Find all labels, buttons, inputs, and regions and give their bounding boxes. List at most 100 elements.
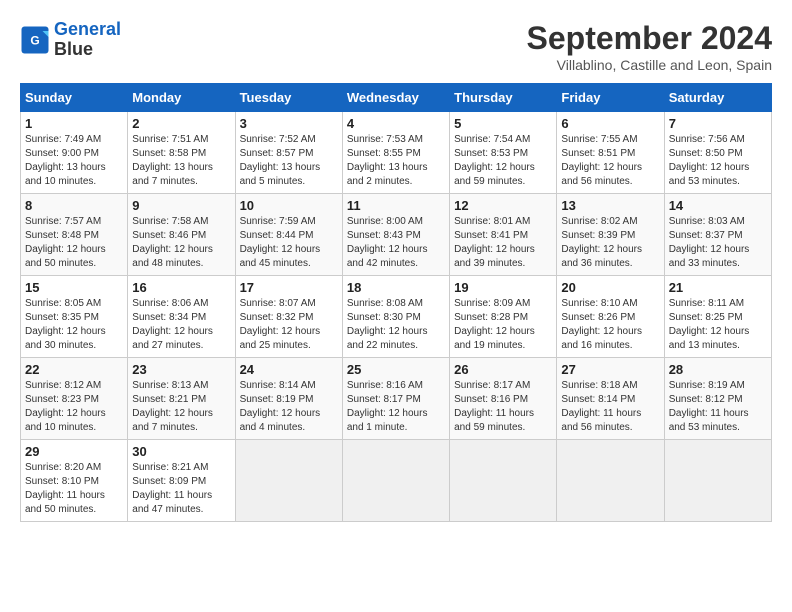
day-number: 28	[669, 362, 767, 377]
calendar-day-cell: 26 Sunrise: 8:17 AM Sunset: 8:16 PM Dayli…	[450, 358, 557, 440]
calendar-week-row: 29Sunrise: 8:20 AM Sunset: 8:10 PM Dayli…	[21, 440, 772, 522]
calendar-day-cell: 17 Sunrise: 8:07 AM Sunset: 8:32 PM Dayli…	[235, 276, 342, 358]
calendar-header-row: SundayMondayTuesdayWednesdayThursdayFrid…	[21, 84, 772, 112]
day-info: Sunrise: 7:55 AM Sunset: 8:51 PM Dayligh…	[561, 133, 659, 189]
day-info: Sunrise: 8:01 AM Sunset: 8:41 PM Dayligh…	[454, 215, 552, 271]
day-number: 4	[347, 116, 445, 131]
calendar-day-cell: 4 Sunrise: 7:53 AM Sunset: 8:55 PM Daylig…	[342, 112, 449, 194]
day-number: 10	[240, 198, 338, 213]
calendar-day-cell: 15 Sunrise: 8:05 AM Sunset: 8:35 PM Dayli…	[21, 276, 128, 358]
day-info: Sunrise: 8:09 AM Sunset: 8:28 PM Dayligh…	[454, 297, 552, 353]
day-of-week-header: Friday	[557, 84, 664, 112]
calendar-day-cell: 5Sunrise: 7:54 AM Sunset: 8:53 PM Daylig…	[450, 112, 557, 194]
day-info: Sunrise: 7:56 AM Sunset: 8:50 PM Dayligh…	[669, 133, 767, 189]
day-of-week-header: Sunday	[21, 84, 128, 112]
calendar-day-cell: 10 Sunrise: 7:59 AM Sunset: 8:44 PM Dayli…	[235, 194, 342, 276]
day-info: Sunrise: 8:11 AM Sunset: 8:25 PM Dayligh…	[669, 297, 767, 353]
day-info: Sunrise: 7:53 AM Sunset: 8:55 PM Dayligh…	[347, 133, 445, 189]
day-number: 26	[454, 362, 552, 377]
logo-text: General Blue	[54, 20, 121, 60]
calendar-table: SundayMondayTuesdayWednesdayThursdayFrid…	[20, 83, 772, 522]
calendar-day-cell: 16Sunrise: 8:06 AM Sunset: 8:34 PM Dayli…	[128, 276, 235, 358]
day-of-week-header: Monday	[128, 84, 235, 112]
day-info: Sunrise: 7:54 AM Sunset: 8:53 PM Dayligh…	[454, 133, 552, 189]
day-number: 14	[669, 198, 767, 213]
day-number: 20	[561, 280, 659, 295]
day-number: 18	[347, 280, 445, 295]
calendar-day-cell: 1Sunrise: 7:49 AM Sunset: 9:00 PM Daylig…	[21, 112, 128, 194]
logo: G General Blue	[20, 20, 121, 60]
calendar-day-cell: 2 Sunrise: 7:51 AM Sunset: 8:58 PM Daylig…	[128, 112, 235, 194]
calendar-day-cell: 8Sunrise: 7:57 AM Sunset: 8:48 PM Daylig…	[21, 194, 128, 276]
svg-text:G: G	[30, 33, 39, 47]
day-number: 3	[240, 116, 338, 131]
calendar-day-cell: 12 Sunrise: 8:01 AM Sunset: 8:41 PM Dayli…	[450, 194, 557, 276]
calendar-day-cell: 30Sunrise: 8:21 AM Sunset: 8:09 PM Dayli…	[128, 440, 235, 522]
day-number: 7	[669, 116, 767, 131]
calendar-day-cell: 29Sunrise: 8:20 AM Sunset: 8:10 PM Dayli…	[21, 440, 128, 522]
day-number: 19	[454, 280, 552, 295]
calendar-day-cell: 14Sunrise: 8:03 AM Sunset: 8:37 PM Dayli…	[664, 194, 771, 276]
calendar-day-cell: 9Sunrise: 7:58 AM Sunset: 8:46 PM Daylig…	[128, 194, 235, 276]
day-number: 22	[25, 362, 123, 377]
day-number: 2	[132, 116, 230, 131]
day-info: Sunrise: 8:12 AM Sunset: 8:23 PM Dayligh…	[25, 379, 123, 435]
page-header: G General Blue September 2024 Villablino…	[20, 20, 772, 73]
day-number: 1	[25, 116, 123, 131]
logo-icon: G	[20, 25, 50, 55]
calendar-day-cell: 21 Sunrise: 8:11 AM Sunset: 8:25 PM Dayli…	[664, 276, 771, 358]
calendar-day-cell: 25 Sunrise: 8:16 AM Sunset: 8:17 PM Dayli…	[342, 358, 449, 440]
day-info: Sunrise: 7:59 AM Sunset: 8:44 PM Dayligh…	[240, 215, 338, 271]
day-number: 29	[25, 444, 123, 459]
calendar-day-cell: 18 Sunrise: 8:08 AM Sunset: 8:30 PM Dayli…	[342, 276, 449, 358]
day-info: Sunrise: 8:14 AM Sunset: 8:19 PM Dayligh…	[240, 379, 338, 435]
day-info: Sunrise: 8:17 AM Sunset: 8:16 PM Dayligh…	[454, 379, 552, 435]
day-number: 6	[561, 116, 659, 131]
day-number: 25	[347, 362, 445, 377]
calendar-week-row: 1Sunrise: 7:49 AM Sunset: 9:00 PM Daylig…	[21, 112, 772, 194]
day-info: Sunrise: 8:19 AM Sunset: 8:12 PM Dayligh…	[669, 379, 767, 435]
day-number: 21	[669, 280, 767, 295]
calendar-day-cell	[235, 440, 342, 522]
calendar-week-row: 15 Sunrise: 8:05 AM Sunset: 8:35 PM Dayli…	[21, 276, 772, 358]
day-number: 15	[25, 280, 123, 295]
calendar-day-cell: 23 Sunrise: 8:13 AM Sunset: 8:21 PM Dayli…	[128, 358, 235, 440]
day-info: Sunrise: 8:18 AM Sunset: 8:14 PM Dayligh…	[561, 379, 659, 435]
day-info: Sunrise: 8:16 AM Sunset: 8:17 PM Dayligh…	[347, 379, 445, 435]
calendar-day-cell: 6 Sunrise: 7:55 AM Sunset: 8:51 PM Daylig…	[557, 112, 664, 194]
calendar-day-cell: 28 Sunrise: 8:19 AM Sunset: 8:12 PM Dayli…	[664, 358, 771, 440]
day-info: Sunrise: 8:00 AM Sunset: 8:43 PM Dayligh…	[347, 215, 445, 271]
day-number: 8	[25, 198, 123, 213]
day-number: 12	[454, 198, 552, 213]
day-of-week-header: Tuesday	[235, 84, 342, 112]
calendar-day-cell: 24Sunrise: 8:14 AM Sunset: 8:19 PM Dayli…	[235, 358, 342, 440]
day-info: Sunrise: 8:08 AM Sunset: 8:30 PM Dayligh…	[347, 297, 445, 353]
day-info: Sunrise: 8:05 AM Sunset: 8:35 PM Dayligh…	[25, 297, 123, 353]
day-of-week-header: Wednesday	[342, 84, 449, 112]
day-number: 23	[132, 362, 230, 377]
day-number: 30	[132, 444, 230, 459]
calendar-day-cell: 3 Sunrise: 7:52 AM Sunset: 8:57 PM Daylig…	[235, 112, 342, 194]
day-number: 13	[561, 198, 659, 213]
day-of-week-header: Thursday	[450, 84, 557, 112]
title-block: September 2024 Villablino, Castille and …	[527, 20, 772, 73]
calendar-day-cell	[664, 440, 771, 522]
day-info: Sunrise: 8:06 AM Sunset: 8:34 PM Dayligh…	[132, 297, 230, 353]
day-number: 27	[561, 362, 659, 377]
calendar-day-cell	[557, 440, 664, 522]
day-info: Sunrise: 8:02 AM Sunset: 8:39 PM Dayligh…	[561, 215, 659, 271]
calendar-day-cell	[450, 440, 557, 522]
day-info: Sunrise: 7:52 AM Sunset: 8:57 PM Dayligh…	[240, 133, 338, 189]
calendar-day-cell	[342, 440, 449, 522]
day-info: Sunrise: 8:07 AM Sunset: 8:32 PM Dayligh…	[240, 297, 338, 353]
day-info: Sunrise: 8:13 AM Sunset: 8:21 PM Dayligh…	[132, 379, 230, 435]
calendar-day-cell: 27 Sunrise: 8:18 AM Sunset: 8:14 PM Dayli…	[557, 358, 664, 440]
day-of-week-header: Saturday	[664, 84, 771, 112]
calendar-day-cell: 7 Sunrise: 7:56 AM Sunset: 8:50 PM Daylig…	[664, 112, 771, 194]
calendar-day-cell: 19 Sunrise: 8:09 AM Sunset: 8:28 PM Dayli…	[450, 276, 557, 358]
calendar-day-cell: 13 Sunrise: 8:02 AM Sunset: 8:39 PM Dayli…	[557, 194, 664, 276]
calendar-day-cell: 20Sunrise: 8:10 AM Sunset: 8:26 PM Dayli…	[557, 276, 664, 358]
day-info: Sunrise: 7:51 AM Sunset: 8:58 PM Dayligh…	[132, 133, 230, 189]
day-number: 17	[240, 280, 338, 295]
calendar-day-cell: 11Sunrise: 8:00 AM Sunset: 8:43 PM Dayli…	[342, 194, 449, 276]
